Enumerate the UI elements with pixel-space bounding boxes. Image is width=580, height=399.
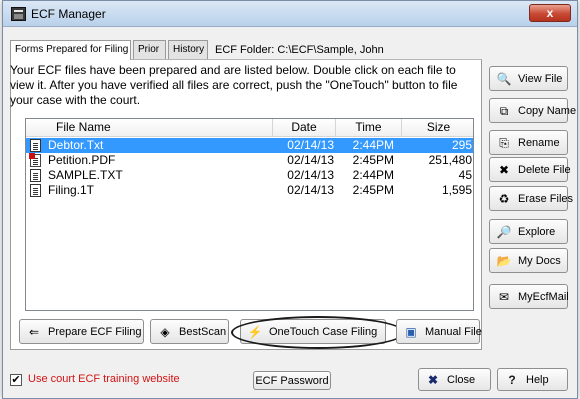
erase-icon: ♻: [498, 191, 510, 206]
file-list[interactable]: File Name Date Time Size Debtor.Txt 02/14…: [25, 118, 474, 311]
side-button-label: Erase Files: [518, 192, 574, 205]
copy-icon: ⧉: [499, 103, 509, 118]
close-button[interactable]: ✖ Close: [418, 368, 491, 391]
file-size-cell: 1,595: [441, 183, 472, 197]
tab-history[interactable]: History: [168, 40, 208, 59]
file-name-cell: Debtor.Txt: [48, 138, 104, 152]
manual-label: Manual File: [425, 325, 482, 338]
training-website-label: Use court ECF training website: [28, 373, 180, 385]
rename-button[interactable]: ⎘ Rename: [489, 130, 568, 155]
file-name-cell: SAMPLE.TXT: [48, 168, 123, 182]
file-date-cell: 02/14/13: [287, 153, 334, 167]
file-size-cell: 295: [451, 138, 472, 152]
help-button[interactable]: ? Help: [497, 368, 568, 391]
delete-icon: ✖: [498, 162, 510, 177]
side-button-label: Rename: [518, 136, 560, 149]
file-date-cell: 02/14/13: [287, 168, 334, 182]
side-button-label: Copy Name: [518, 104, 577, 117]
file-list-header: File Name Date Time Size: [26, 119, 473, 137]
column-file-name[interactable]: File Name: [26, 119, 273, 137]
text-file-icon: [30, 169, 41, 182]
view-file-button[interactable]: 🔍 View File: [489, 66, 568, 91]
column-time[interactable]: Time: [336, 119, 402, 137]
bestscan-label: BestScan: [179, 325, 227, 338]
close-label: Close: [447, 373, 476, 386]
tab-forms-prepared[interactable]: Forms Prepared for Filing: [10, 40, 131, 60]
manual-file-button[interactable]: ▣ Manual File: [396, 319, 482, 344]
side-button-label: MyEcfMail: [518, 290, 569, 303]
text-file-icon: [30, 184, 41, 197]
file-time-cell: 2:45PM: [352, 153, 394, 167]
side-button-label: View File: [518, 72, 563, 85]
window-title: ECF Manager: [31, 7, 106, 21]
file-time-cell: 2:44PM: [352, 138, 394, 152]
file-row[interactable]: Debtor.Txt 02/14/13 2:44PM 295: [26, 138, 473, 153]
side-button-label: My Docs: [518, 254, 561, 267]
myecfmail-button[interactable]: ✉ MyEcfMail: [489, 284, 569, 309]
rename-icon: ⎘: [499, 135, 509, 150]
erase-files-button[interactable]: ♻ Erase Files: [489, 186, 573, 211]
bestscan-button[interactable]: ◈ BestScan: [150, 319, 229, 344]
window-close-button[interactable]: x: [529, 4, 571, 22]
side-button-label: Explore: [518, 225, 556, 238]
file-name-cell: Filing.1T: [48, 183, 95, 197]
app-icon: [11, 7, 26, 21]
file-date-cell: 02/14/13: [287, 138, 334, 152]
prepare-icon: ⇐: [28, 324, 40, 339]
help-icon: ?: [508, 372, 516, 387]
close-icon: ✖: [427, 372, 439, 387]
delete-file-button[interactable]: ✖ Delete File: [489, 157, 571, 182]
my-docs-button[interactable]: 📂 My Docs: [489, 248, 568, 273]
file-row[interactable]: SAMPLE.TXT 02/14/13 2:44PM 45: [26, 168, 473, 183]
explore-icon: 🔎: [496, 224, 512, 239]
ecf-folder-path: ECF Folder: C:\ECF\Sample, John: [215, 44, 384, 56]
ecf-password-button[interactable]: ECF Password: [253, 371, 331, 390]
folder-icon: 📂: [496, 253, 512, 268]
file-row[interactable]: Petition.PDF 02/14/13 2:45PM 251,480: [26, 153, 473, 168]
file-time-cell: 2:44PM: [352, 168, 394, 182]
help-label: Help: [526, 373, 549, 386]
side-button-label: Delete File: [518, 163, 571, 176]
pdf-file-icon: [29, 153, 41, 167]
file-size-cell: 251,480: [428, 153, 472, 167]
file-row[interactable]: Filing.1T 02/14/13 2:45PM 1,595: [26, 183, 473, 198]
file-name-cell: Petition.PDF: [48, 153, 116, 167]
copy-name-button[interactable]: ⧉ Copy Name: [489, 98, 576, 123]
column-size[interactable]: Size: [402, 119, 473, 137]
instructions-text: Your ECF files have been prepared and ar…: [10, 63, 458, 107]
manual-icon: ▣: [405, 324, 417, 339]
file-date-cell: 02/14/13: [287, 183, 334, 197]
training-website-checkbox[interactable]: ✔: [10, 374, 22, 386]
highlight-ellipse: [231, 316, 405, 349]
file-time-cell: 2:45PM: [352, 183, 394, 197]
title-bar: ECF Manager x: [3, 1, 577, 27]
text-file-icon: [30, 139, 41, 152]
column-date[interactable]: Date: [273, 119, 336, 137]
ecf-password-label: ECF Password: [255, 375, 329, 387]
prepare-label: Prepare ECF Filing: [48, 325, 142, 338]
mail-icon: ✉: [498, 289, 510, 304]
scan-icon: ◈: [160, 324, 170, 339]
prepare-ecf-filing-button[interactable]: ⇐ Prepare ECF Filing: [19, 319, 144, 344]
tab-prior[interactable]: Prior: [133, 40, 166, 59]
explore-button[interactable]: 🔎 Explore: [489, 219, 568, 244]
file-size-cell: 45: [458, 168, 472, 182]
view-icon: 🔍: [496, 71, 512, 86]
